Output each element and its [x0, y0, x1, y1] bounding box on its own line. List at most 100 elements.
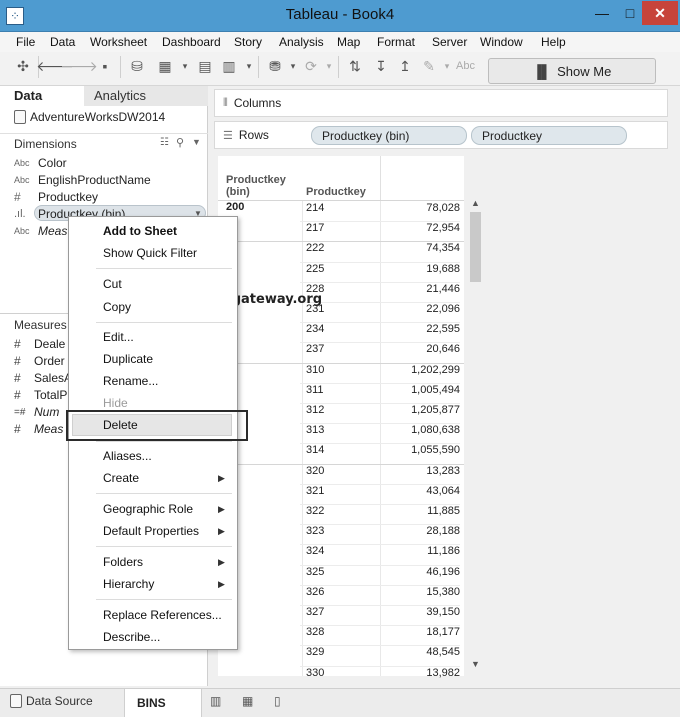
value-cell[interactable]: 13,283	[378, 465, 460, 477]
value-cell[interactable]: 28,188	[378, 525, 460, 537]
scroll-up-arrow[interactable]: ▲	[469, 198, 482, 210]
clear-sheet-dropdown-icon[interactable]: ▾	[240, 58, 258, 74]
pause-data-updates-icon[interactable]: ⛃	[266, 58, 284, 74]
value-cell[interactable]: 1,205,877	[378, 404, 460, 416]
tableau-logo-icon[interactable]: ✣	[14, 58, 32, 74]
value-cell[interactable]: 72,954	[378, 222, 460, 234]
menu-server[interactable]: Server	[432, 35, 467, 49]
productkey-cell[interactable]: 237	[306, 343, 366, 355]
productkey-cell[interactable]: 214	[306, 202, 366, 214]
menu-item-aliases[interactable]: Aliases...	[103, 449, 152, 463]
menu-file[interactable]: File	[16, 35, 35, 49]
productkey-cell[interactable]: 322	[306, 505, 366, 517]
tab-data-source[interactable]: Data Source	[10, 694, 93, 708]
value-cell[interactable]: 1,005,494	[378, 384, 460, 396]
menu-window[interactable]: Window	[480, 35, 523, 49]
columns-shelf[interactable]: ⦀ Columns	[214, 89, 668, 117]
menu-item-delete[interactable]: Delete	[103, 418, 138, 432]
refresh-icon[interactable]: ⟳	[302, 58, 320, 74]
value-cell[interactable]: 20,646	[378, 343, 460, 355]
value-cell[interactable]: 46,196	[378, 566, 460, 578]
productkey-cell[interactable]: 320	[306, 465, 366, 477]
productkey-cell[interactable]: 328	[306, 626, 366, 638]
menu-worksheet[interactable]: Worksheet	[90, 35, 147, 49]
menu-item-copy[interactable]: Copy	[103, 300, 131, 314]
dimensions-menu-icon[interactable]: ▼	[192, 137, 201, 147]
new-worksheet-dropdown-icon[interactable]: ▾	[176, 58, 194, 74]
value-cell[interactable]: 1,202,299	[378, 364, 460, 376]
productkey-cell[interactable]: 312	[306, 404, 366, 416]
save-icon[interactable]: ▪	[96, 58, 114, 74]
new-worksheet-icon[interactable]: ▥	[210, 694, 226, 708]
sort-ascending-icon[interactable]: ↧	[372, 58, 390, 74]
rows-pill-productkey[interactable]: Productkey	[471, 126, 627, 145]
dimension-field[interactable]: Abc Color	[14, 156, 67, 170]
productkey-cell[interactable]: 234	[306, 323, 366, 335]
highlight-icon[interactable]: ✎	[420, 58, 438, 74]
data-source-item[interactable]: AdventureWorksDW2014	[14, 110, 165, 124]
menu-item-cut[interactable]: Cut	[103, 277, 122, 291]
value-cell[interactable]: 21,446	[378, 283, 460, 295]
value-cell[interactable]: 1,080,638	[378, 424, 460, 436]
dimension-field[interactable]: Abc EnglishProductName	[14, 173, 151, 187]
menu-help[interactable]: Help	[541, 35, 566, 49]
menu-item-folders[interactable]: Folders	[103, 555, 143, 569]
value-cell[interactable]: 19,688	[378, 263, 460, 275]
menu-map[interactable]: Map	[337, 35, 360, 49]
tab-analytics[interactable]: Analytics	[84, 86, 208, 106]
maximize-button[interactable]: □	[616, 1, 644, 25]
productkey-cell[interactable]: 323	[306, 525, 366, 537]
measure-field[interactable]: # TotalP	[14, 388, 67, 402]
productkey-cell[interactable]: 326	[306, 586, 366, 598]
productkey-cell[interactable]: 313	[306, 424, 366, 436]
close-button[interactable]: ✕	[642, 1, 678, 25]
dimension-field[interactable]: # Productkey	[14, 190, 98, 204]
menu-data[interactable]: Data	[50, 35, 75, 49]
productkey-cell[interactable]: 225	[306, 263, 366, 275]
value-cell[interactable]: 22,595	[378, 323, 460, 335]
new-worksheet-icon[interactable]: ▦	[156, 58, 174, 74]
menu-item-duplicate[interactable]: Duplicate	[103, 352, 153, 366]
productkey-cell[interactable]: 327	[306, 606, 366, 618]
tab-data[interactable]: Data	[0, 86, 84, 106]
rows-shelf[interactable]: ☰ Rows Productkey (bin) Productkey	[214, 121, 668, 149]
productkey-cell[interactable]: 310	[306, 364, 366, 376]
rows-pill-productkey-bin[interactable]: Productkey (bin)	[311, 126, 467, 145]
productkey-cell[interactable]: 321	[306, 485, 366, 497]
menu-item-add-to-sheet[interactable]: Add to Sheet	[103, 224, 177, 238]
clear-sheet-icon[interactable]: ▥	[220, 58, 238, 74]
new-story-icon[interactable]: ▯	[274, 694, 290, 708]
productkey-cell[interactable]: 330	[306, 667, 366, 679]
measure-field[interactable]: # Order	[14, 354, 65, 368]
productkey-cell[interactable]: 311	[306, 384, 366, 396]
productkey-cell[interactable]: 324	[306, 545, 366, 557]
value-cell[interactable]: 11,186	[378, 545, 460, 557]
value-cell[interactable]: 11,885	[378, 505, 460, 517]
duplicate-sheet-icon[interactable]: ▤	[196, 58, 214, 74]
menu-item-geographic-role[interactable]: Geographic Role	[103, 502, 193, 516]
scroll-down-arrow[interactable]: ▼	[469, 659, 482, 671]
redo-icon[interactable]: 🡒	[60, 58, 98, 74]
menu-analysis[interactable]: Analysis	[279, 35, 324, 49]
value-cell[interactable]: 39,150	[378, 606, 460, 618]
menu-item-show-quick-filter[interactable]: Show Quick Filter	[103, 246, 197, 260]
menu-item-default-properties[interactable]: Default Properties	[103, 524, 199, 538]
minimize-button[interactable]: —	[588, 1, 616, 25]
menu-item-edit[interactable]: Edit...	[103, 330, 134, 344]
view-cards-icon[interactable]: ☷	[160, 137, 169, 148]
menu-format[interactable]: Format	[377, 35, 415, 49]
new-dashboard-icon[interactable]: ▦	[242, 694, 258, 708]
column-header-productkey[interactable]: Productkey	[306, 186, 366, 198]
value-cell[interactable]: 15,380	[378, 586, 460, 598]
data-dropdown-icon[interactable]: ▾	[284, 58, 302, 74]
show-me-button[interactable]: ▐▌ Show Me	[488, 58, 656, 84]
productkey-cell[interactable]: 217	[306, 222, 366, 234]
swap-rows-columns-icon[interactable]: ⇅	[346, 58, 364, 74]
menu-dashboard[interactable]: Dashboard	[162, 35, 221, 49]
new-data-source-icon[interactable]: ⛁	[128, 58, 146, 74]
highlight-dropdown-icon[interactable]: ▾	[438, 58, 456, 74]
value-cell[interactable]: 48,545	[378, 646, 460, 658]
measure-field[interactable]: # Meas	[14, 422, 63, 436]
menu-story[interactable]: Story	[234, 35, 262, 49]
value-cell[interactable]: 18,177	[378, 626, 460, 638]
